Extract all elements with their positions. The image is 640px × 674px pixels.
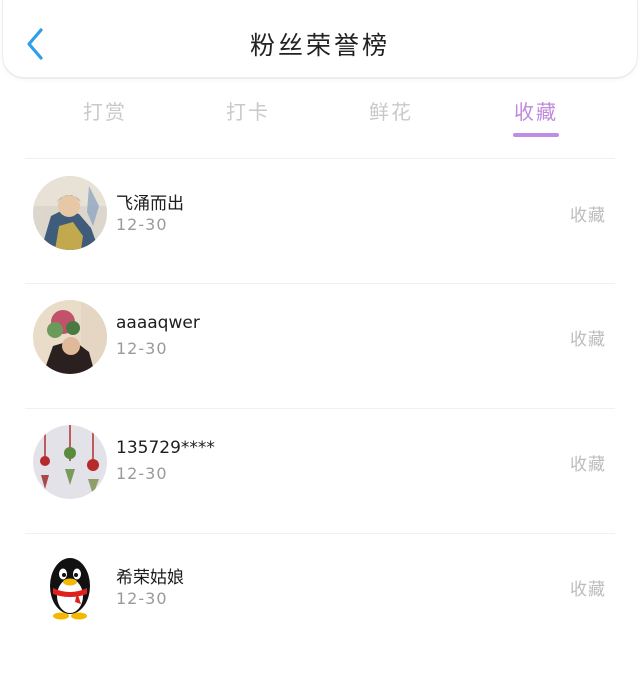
tab-checkin[interactable]: 打卡 [203, 96, 293, 125]
fan-date: 12-30 [116, 589, 168, 608]
favorite-label: 收藏 [570, 206, 606, 226]
qq-penguin-avatar [33, 550, 107, 624]
fan-row[interactable]: aaaaqwer 12-30 收藏 [0, 300, 640, 424]
fan-row[interactable]: 希荣姑娘 12-30 收藏 [0, 550, 640, 674]
divider [25, 158, 615, 159]
divider [25, 533, 615, 534]
tab-favorites[interactable]: 收藏 [491, 96, 581, 125]
favorite-label: 收藏 [570, 455, 606, 475]
page-title: 粉丝荣誉榜 [249, 31, 390, 60]
avatar [33, 300, 107, 374]
tab-reward[interactable]: 打赏 [60, 96, 150, 125]
fan-name: 135729**** [116, 438, 215, 458]
fan-row[interactable]: 飞涌而出 12-30 收藏 [0, 176, 640, 300]
avatar [33, 425, 107, 499]
fan-name: aaaaqwer [116, 313, 200, 333]
divider [25, 283, 615, 284]
fan-name: 飞涌而出 [116, 194, 184, 214]
fan-name: 希荣姑娘 [116, 568, 184, 588]
fan-date: 12-30 [116, 339, 168, 358]
tab-flowers[interactable]: 鲜花 [346, 96, 436, 125]
favorite-label: 收藏 [570, 330, 606, 350]
avatar [33, 176, 107, 250]
fan-date: 12-30 [116, 464, 168, 483]
tab-bar: 打赏 打卡 鲜花 收藏 [0, 88, 640, 148]
active-tab-indicator [513, 133, 559, 137]
divider [25, 408, 615, 409]
header-bar: 粉丝荣誉榜 [2, 0, 638, 78]
fan-row[interactable]: 135729**** 12-30 收藏 [0, 425, 640, 549]
fan-date: 12-30 [116, 215, 168, 234]
favorite-label: 收藏 [570, 580, 606, 600]
